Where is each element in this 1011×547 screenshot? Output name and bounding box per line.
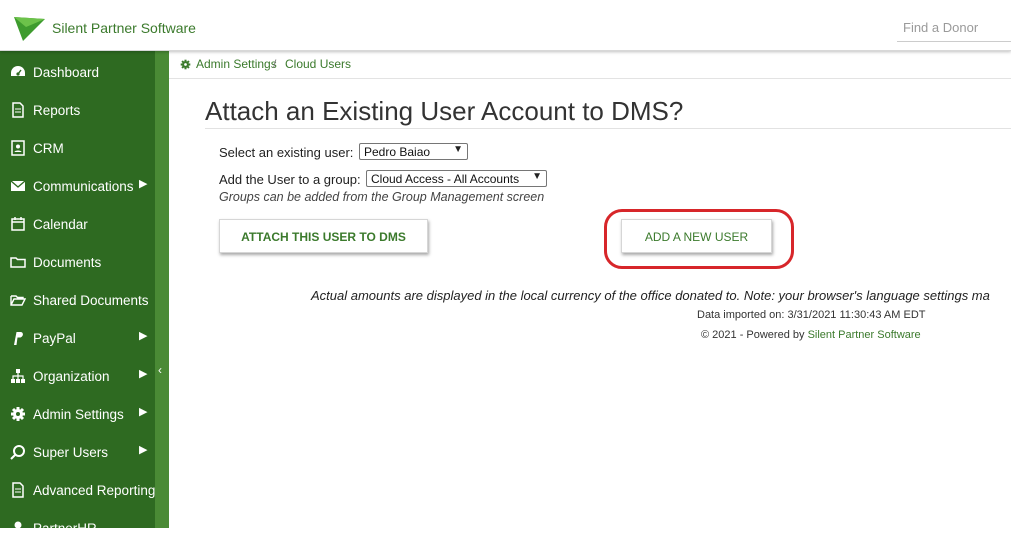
find-donor-input[interactable] [897, 14, 1011, 42]
folder-open-icon [10, 295, 26, 306]
sidebar-item-crm[interactable]: CRM [0, 129, 155, 167]
sidebar-item-label: Dashboard [33, 65, 100, 80]
sidebar-item-label: Super Users [33, 445, 109, 460]
group-hint: Groups can be added from the Group Manag… [219, 190, 545, 204]
report-icon [12, 482, 24, 498]
chevron-right-icon: ▶ [139, 178, 148, 190]
sitemap-icon [11, 369, 25, 383]
address-card-icon [11, 140, 25, 156]
chevron-right-icon: ▶ [139, 368, 148, 380]
copyright-text: © 2021 - Powered by Silent Partner Softw… [701, 329, 921, 341]
title-divider [205, 128, 1011, 129]
group-label: Add the User to a group: [219, 172, 361, 187]
top-header: Silent Partner Software [0, 0, 1011, 51]
chevron-right-icon: ▶ [139, 444, 148, 456]
chevron-down-icon: ▼ [532, 171, 542, 182]
sidebar-item-shared-documents[interactable]: Shared Documents [0, 281, 155, 319]
chevron-right-icon: ▶ [139, 330, 148, 342]
ring-icon [10, 445, 25, 460]
sidebar-item-label: Advanced Reporting [33, 483, 156, 498]
sidebar-item-label: Organization [33, 369, 110, 384]
breadcrumb: Admin Settings / Cloud Users [169, 51, 1011, 79]
sidebar-collapse-handle[interactable]: ‹ [155, 51, 169, 528]
sidebar-item-documents[interactable]: Documents [0, 243, 155, 281]
calendar-icon [11, 217, 25, 231]
page-title: Attach an Existing User Account to DMS? [205, 96, 684, 126]
existing-user-select[interactable]: Pedro Baiao ▼ [359, 143, 468, 160]
sidebar-item-organization[interactable]: Organization ▶ [0, 357, 155, 395]
sidebar-item-label: Reports [33, 103, 81, 118]
paypal-icon [14, 332, 23, 345]
user-icon [11, 521, 25, 536]
existing-user-select-value: Pedro Baiao [364, 145, 431, 159]
group-select-value: Cloud Access - All Accounts [371, 172, 520, 186]
sidebar-item-partnerhr[interactable]: PartnerHR [0, 509, 155, 547]
chevron-down-icon: ▼ [453, 144, 463, 155]
sidebar-item-advanced-reporting[interactable]: Advanced Reporting [0, 471, 155, 509]
data-imported-text: Data imported on: 3/31/2021 11:30:43 AM … [697, 309, 926, 321]
group-select[interactable]: Cloud Access - All Accounts ▼ [366, 170, 547, 187]
sidebar-item-label: PayPal [33, 331, 76, 346]
sidebar-item-reports[interactable]: Reports [0, 91, 155, 129]
sidebar-item-dashboard[interactable]: Dashboard [0, 53, 155, 91]
powered-by-link[interactable]: Silent Partner Software [808, 329, 921, 341]
breadcrumb-admin-settings[interactable]: Admin Settings [196, 57, 277, 71]
chevron-right-icon: ▶ [139, 406, 148, 418]
sidebar-item-communications[interactable]: Communications ▶ [0, 167, 155, 205]
sidebar-item-label: Documents [33, 255, 102, 270]
logo-icon[interactable] [14, 15, 46, 43]
sidebar-item-super-users[interactable]: Super Users ▶ [0, 433, 155, 471]
select-user-label: Select an existing user: [219, 145, 354, 160]
sidebar-item-calendar[interactable]: Calendar [0, 205, 155, 243]
sidebar-item-label: Shared Documents [33, 293, 149, 308]
sidebar-item-admin-settings[interactable]: Admin Settings ▶ [0, 395, 155, 433]
sidebar: Dashboard Reports CRM Communications ▶ C… [0, 51, 155, 536]
currency-note: Actual amounts are displayed in the loca… [311, 288, 990, 303]
envelope-icon [10, 180, 26, 191]
copyright-prefix: © 2021 - Powered by [701, 329, 808, 341]
sidebar-item-label: PartnerHR [33, 521, 97, 536]
sidebar-item-paypal[interactable]: PayPal ▶ [0, 319, 155, 357]
breadcrumb-separator: / [273, 57, 277, 71]
red-highlight-annotation [604, 209, 794, 269]
report-icon [12, 102, 24, 118]
sidebar-item-label: Admin Settings [33, 407, 124, 422]
sidebar-item-label: Communications [33, 179, 134, 194]
sidebar-item-label: Calendar [33, 217, 88, 232]
gear-icon [11, 407, 25, 421]
breadcrumb-cloud-users[interactable]: Cloud Users [285, 57, 351, 71]
gear-icon [180, 59, 191, 70]
chevron-left-icon: ‹ [158, 363, 162, 377]
attach-user-button[interactable]: ATTACH THIS USER TO DMS [219, 219, 428, 253]
brand-name[interactable]: Silent Partner Software [52, 20, 196, 36]
dashboard-icon [11, 66, 25, 76]
folder-icon [10, 257, 26, 268]
sidebar-item-label: CRM [33, 141, 64, 156]
